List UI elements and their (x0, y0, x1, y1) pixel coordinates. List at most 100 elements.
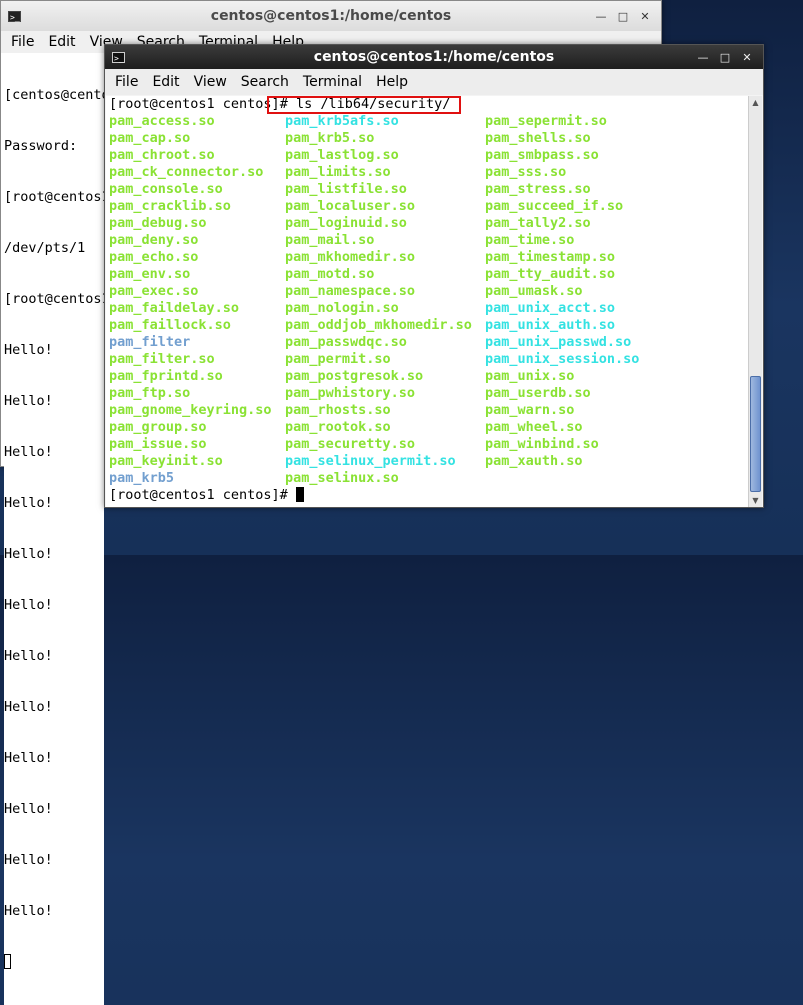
file-entry: pam_faillock.so (109, 317, 231, 333)
terminal-line: Hello! (4, 750, 53, 766)
terminal-line: Hello! (4, 648, 53, 664)
file-entry: pam_cap.so (109, 130, 191, 146)
front-terminal-output[interactable]: [root@centos1 centos]# ls /lib64/securit… (106, 96, 748, 507)
file-entry: pam_permit.so (285, 351, 391, 367)
file-entry: pam_filter (109, 334, 191, 350)
file-entry: pam_exec.so (109, 283, 199, 299)
file-entry: pam_time.so (485, 232, 575, 248)
close-icon[interactable]: ✕ (741, 51, 753, 64)
file-entry: pam_lastlog.so (285, 147, 399, 163)
file-entry: pam_listfile.so (285, 181, 407, 197)
file-entry: pam_ftp.so (109, 385, 191, 401)
file-entry: pam_unix_passwd.so (485, 334, 632, 350)
listing-column-1: pam_access.so pam_cap.so pam_chroot.so pam_… (109, 113, 272, 487)
file-entry: pam_krb5afs.so (285, 113, 399, 129)
file-entry: pam_ck_connector.so (109, 164, 264, 180)
file-entry: pam_gnome_keyring.so (109, 402, 272, 418)
file-entry: pam_shells.so (485, 130, 591, 146)
back-window-titlebar[interactable]: >_ centos@centos1:/home/centos — □ ✕ (1, 1, 661, 31)
file-entry: pam_issue.so (109, 436, 207, 452)
file-entry: pam_oddjob_mkhomedir.so (285, 317, 472, 333)
menu-edit[interactable]: Edit (152, 74, 179, 90)
file-entry: pam_filter.so (109, 351, 215, 367)
front-window-titlebar[interactable]: >_ centos@centos1:/home/centos — □ ✕ (105, 45, 763, 69)
file-entry: pam_pwhistory.so (285, 385, 416, 401)
file-entry: pam_unix_session.so (485, 351, 640, 367)
file-entry: pam_keyinit.so (109, 453, 223, 469)
menu-view[interactable]: View (194, 74, 227, 90)
file-entry: pam_loginuid.so (285, 215, 407, 231)
scroll-down-icon[interactable]: ▼ (749, 494, 762, 507)
front-terminal-window[interactable]: >_ centos@centos1:/home/centos — □ ✕ Fil… (104, 44, 764, 508)
menu-file[interactable]: File (115, 74, 138, 90)
terminal-cursor (295, 487, 304, 502)
menu-edit[interactable]: Edit (48, 34, 75, 50)
file-entry: pam_wheel.so (485, 419, 583, 435)
file-entry: pam_securetty.so (285, 436, 416, 452)
terminal-line: Hello! (4, 903, 53, 919)
close-icon[interactable]: ✕ (639, 10, 651, 23)
front-window-title: centos@centos1:/home/centos (313, 49, 555, 65)
file-entry: pam_rhosts.so (285, 402, 391, 418)
terminal-line: [centos@centos1 (4, 87, 126, 103)
file-entry: pam_faildelay.so (109, 300, 240, 316)
listing-column-3: pam_sepermit.so pam_shells.so pam_smbpass.… (485, 113, 639, 470)
minimize-icon[interactable]: — (697, 51, 709, 64)
file-entry: pam_umask.so (485, 283, 583, 299)
final-prompt: [root@centos1 centos]# (109, 487, 296, 503)
terminal-line: Hello! (4, 393, 53, 409)
back-terminal-output[interactable]: [centos@centos1 Password: [root@centos1 … (4, 53, 126, 1005)
terminal-line: /dev/pts/1 (4, 240, 86, 256)
file-entry: pam_sepermit.so (485, 113, 607, 129)
maximize-icon[interactable]: □ (617, 10, 629, 23)
terminal-line: [root@centos1 (4, 189, 110, 205)
menu-help[interactable]: Help (376, 74, 408, 90)
menu-search[interactable]: Search (241, 74, 289, 90)
listing-column-2: pam_krb5afs.so pam_krb5.so pam_lastlog.sop… (285, 113, 472, 487)
front-window-menubar: File Edit View Search Terminal Help (105, 69, 763, 95)
file-entry: pam_group.so (109, 419, 207, 435)
file-entry: pam_stress.so (485, 181, 591, 197)
file-entry: pam_chroot.so (109, 147, 215, 163)
file-entry: pam_succeed_if.so (485, 198, 624, 214)
file-entry: pam_debug.so (109, 215, 207, 231)
file-entry: pam_rootok.so (285, 419, 391, 435)
file-entry: pam_winbind.so (485, 436, 599, 452)
file-entry: pam_unix_auth.so (485, 317, 616, 333)
file-entry: pam_nologin.so (285, 300, 399, 316)
terminal-line: Hello! (4, 801, 53, 817)
file-entry: pam_unix.so (485, 368, 575, 384)
file-entry: pam_krb5.so (285, 130, 375, 146)
file-entry: pam_cracklib.so (109, 198, 231, 214)
file-entry: pam_access.so (109, 113, 215, 129)
terminal-cursor (4, 954, 104, 971)
terminal-line: Hello! (4, 699, 53, 715)
file-entry: pam_unix_acct.so (485, 300, 616, 316)
menu-file[interactable]: File (11, 34, 34, 50)
file-entry: pam_sss.so (485, 164, 567, 180)
file-entry: pam_userdb.so (485, 385, 591, 401)
terminal-line: Hello! (4, 597, 53, 613)
scroll-up-icon[interactable]: ▲ (749, 96, 762, 109)
prompt-prefix: [root@centos1 centos] (109, 96, 280, 112)
file-entry: pam_env.so (109, 266, 191, 282)
file-entry: pam_passwdqc.so (285, 334, 407, 350)
terminal-line: [root@centos1 (4, 291, 110, 307)
file-entry: pam_motd.so (285, 266, 375, 282)
file-entry: pam_timestamp.so (485, 249, 616, 265)
minimize-icon[interactable]: — (595, 10, 607, 23)
terminal-line: Hello! (4, 495, 53, 511)
file-entry: pam_krb5 (109, 470, 175, 486)
file-entry: pam_warn.so (485, 402, 575, 418)
scrollbar-thumb[interactable] (750, 376, 761, 492)
terminal-line: Hello! (4, 342, 53, 358)
menu-terminal[interactable]: Terminal (303, 74, 362, 90)
file-entry: pam_xauth.so (485, 453, 583, 469)
file-entry: pam_mail.so (285, 232, 375, 248)
terminal-line: Hello! (4, 852, 53, 868)
vertical-scrollbar[interactable]: ▲ ▼ (748, 96, 762, 507)
file-entry: pam_fprintd.so (109, 368, 223, 384)
back-window-title: centos@centos1:/home/centos (210, 8, 452, 24)
maximize-icon[interactable]: □ (719, 51, 731, 64)
file-entry: pam_mkhomedir.so (285, 249, 416, 265)
